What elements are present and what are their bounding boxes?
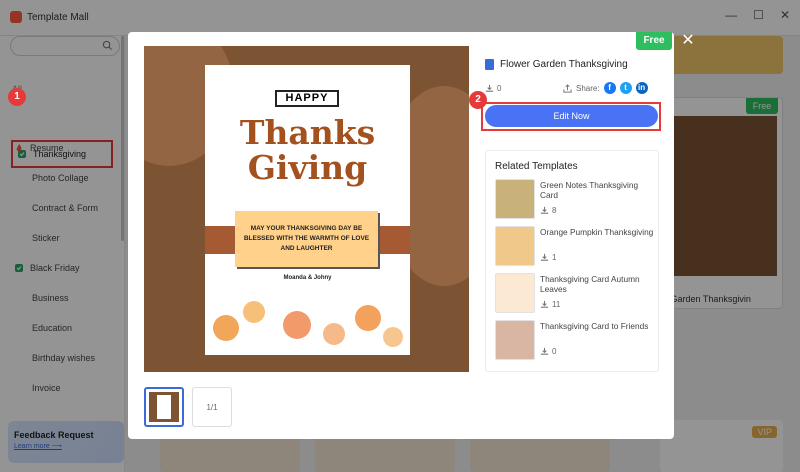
free-badge: Free [636,32,672,50]
flower-decoration [355,305,381,331]
callout-marker-2: 2 [469,91,487,109]
page-indicator: 1/1 [192,387,232,427]
document-icon [485,59,494,70]
page-thumbnail-selected[interactable] [144,387,184,427]
thumbnail-image [149,392,179,422]
related-templates-title: Related Templates [495,161,578,172]
related-item-download-count: 1 [552,253,557,262]
template-details-panel: Flower Garden Thanksgiving 0 Share: f t … [481,32,665,439]
share-label: Share: [576,83,600,93]
flower-decoration [383,327,403,347]
related-item-orange-pumpkin[interactable]: Orange Pumpkin Thanksgiving 1 [495,226,655,266]
flower-decoration [243,301,265,323]
related-item-green-notes[interactable]: Green Notes Thanksgiving Card 8 [495,179,655,219]
related-item-download-count: 11 [552,300,561,309]
twitter-icon[interactable]: t [619,82,632,94]
related-item-card-to-friends[interactable]: Thanksgiving Card to Friends 0 [495,320,655,360]
related-thumbnail [495,179,535,219]
flower-decoration [213,315,239,341]
download-icon [540,206,549,214]
download-icon [540,347,549,355]
flower-decoration [323,323,345,345]
download-count: 0 [485,84,501,93]
card-happy-text: HAPPY [275,90,339,107]
related-thumbnail [495,226,535,266]
template-preview: HAPPY Thanks Giving MAY YOUR THANKSGIVIN… [144,46,469,372]
card-giving-word: Giving [247,148,368,187]
template-title: Flower Garden Thanksgiving [485,59,628,70]
related-item-name: Orange Pumpkin Thanksgiving [540,227,654,237]
page-thumbnails: 1/1 [144,387,232,427]
related-item-downloads: 0 [540,347,556,356]
related-item-autumn-leaves[interactable]: Thanksgiving Card Autumn Leaves 11 [495,273,655,313]
download-icon [540,253,549,261]
template-card: HAPPY Thanks Giving MAY YOUR THANKSGIVIN… [205,65,410,355]
related-item-downloads: 1 [540,253,556,262]
related-thumbnail [495,273,535,313]
template-title-text: Flower Garden Thanksgiving [500,59,628,70]
card-message: MAY YOUR THANKSGIVING DAY BE BLESSED WIT… [235,211,378,267]
card-thanks-text: Thanks Giving [205,115,410,185]
related-item-download-count: 8 [552,206,557,215]
related-templates: Related Templates Green Notes Thanksgivi… [485,150,659,372]
callout-marker-1: 1 [8,88,26,106]
download-icon [540,300,549,308]
download-count-value: 0 [497,84,502,93]
share-row: Share: f t in [563,82,648,94]
flower-decoration [283,311,311,339]
related-thumbnail [495,320,535,360]
linkedin-icon[interactable]: in [635,82,648,94]
related-item-name: Thanksgiving Card Autumn Leaves [540,274,640,294]
edit-now-button[interactable]: Edit Now [485,105,658,127]
facebook-icon[interactable]: f [603,82,616,94]
card-names: Moanda & Johny [283,275,332,281]
related-item-name: Thanksgiving Card to Friends [540,321,649,331]
related-item-name: Green Notes Thanksgiving Card [540,180,639,200]
template-preview-modal: HAPPY Thanks Giving MAY YOUR THANKSGIVIN… [128,32,674,439]
related-item-downloads: 11 [540,300,560,309]
share-icon [563,83,572,93]
card-thanks-word: Thanks [239,113,376,152]
close-icon[interactable]: ✕ [680,33,696,49]
related-item-download-count: 0 [552,347,557,356]
download-icon [485,84,494,92]
related-item-downloads: 8 [540,206,556,215]
